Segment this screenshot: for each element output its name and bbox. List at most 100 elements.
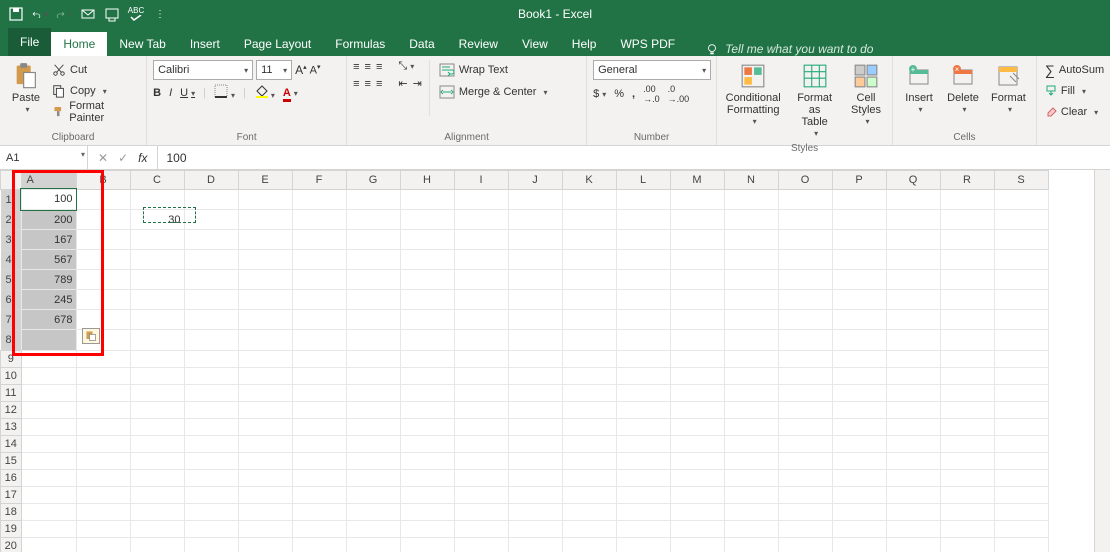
cell[interactable]	[130, 330, 184, 351]
cell[interactable]	[292, 310, 346, 330]
undo-icon[interactable]: ▾	[32, 6, 48, 22]
orientation-icon[interactable]: ⤡▾	[398, 60, 414, 73]
tell-me-search[interactable]: Tell me what you want to do	[687, 42, 873, 56]
cell[interactable]	[778, 537, 832, 552]
cell[interactable]	[724, 503, 778, 520]
cell[interactable]	[886, 469, 940, 486]
cell[interactable]	[400, 435, 454, 452]
format-cells-button[interactable]: Format▾	[987, 60, 1030, 117]
cell[interactable]	[562, 469, 616, 486]
cell[interactable]	[184, 520, 238, 537]
cell[interactable]	[346, 189, 400, 210]
tab-data[interactable]: Data	[397, 32, 446, 56]
cell[interactable]	[832, 503, 886, 520]
cell[interactable]	[454, 189, 508, 210]
cell[interactable]	[346, 384, 400, 401]
cell[interactable]	[508, 469, 562, 486]
cell[interactable]	[346, 486, 400, 503]
cell[interactable]	[130, 384, 184, 401]
cell[interactable]	[130, 401, 184, 418]
cell[interactable]	[508, 350, 562, 367]
cell[interactable]	[238, 270, 292, 290]
cell[interactable]	[76, 270, 130, 290]
column-header[interactable]: Q	[886, 171, 940, 190]
cell[interactable]	[562, 250, 616, 270]
cell[interactable]	[940, 350, 994, 367]
cell[interactable]	[454, 469, 508, 486]
column-header[interactable]: F	[292, 171, 346, 190]
cell[interactable]	[76, 230, 130, 250]
cell[interactable]	[454, 520, 508, 537]
cell[interactable]	[778, 452, 832, 469]
cell[interactable]	[238, 310, 292, 330]
cell[interactable]	[238, 290, 292, 310]
cell[interactable]	[454, 270, 508, 290]
cell[interactable]	[778, 418, 832, 435]
cell[interactable]	[454, 384, 508, 401]
enter-formula-icon[interactable]: ✓	[118, 151, 128, 165]
column-header[interactable]: J	[508, 171, 562, 190]
format-as-table-button[interactable]: Format as Table▾	[787, 60, 842, 141]
row-header[interactable]: 4	[1, 250, 21, 270]
column-header[interactable]: R	[940, 171, 994, 190]
cell[interactable]	[508, 270, 562, 290]
cell[interactable]	[508, 384, 562, 401]
cell[interactable]	[130, 270, 184, 290]
cell[interactable]	[616, 503, 670, 520]
cell[interactable]	[400, 384, 454, 401]
cell[interactable]	[670, 418, 724, 435]
cell[interactable]	[886, 330, 940, 351]
cell[interactable]	[670, 230, 724, 250]
cell[interactable]	[508, 503, 562, 520]
cell[interactable]	[400, 452, 454, 469]
row-header[interactable]: 11	[1, 384, 22, 401]
cell[interactable]	[508, 418, 562, 435]
cell[interactable]	[994, 310, 1048, 330]
cell[interactable]	[994, 350, 1048, 367]
cell[interactable]	[184, 418, 238, 435]
align-center-icon[interactable]: ≡	[365, 78, 371, 90]
conditional-formatting-button[interactable]: Conditional Formatting▾	[723, 60, 783, 129]
autosum-button[interactable]: ∑AutoSum	[1043, 60, 1106, 80]
cell[interactable]	[940, 401, 994, 418]
cell[interactable]	[184, 384, 238, 401]
cell[interactable]	[346, 230, 400, 250]
cell[interactable]	[886, 520, 940, 537]
cell[interactable]	[292, 210, 346, 230]
cell[interactable]	[778, 384, 832, 401]
cell[interactable]	[346, 435, 400, 452]
cell[interactable]	[130, 452, 184, 469]
row-header[interactable]: 7	[1, 310, 21, 330]
accounting-format-icon[interactable]: $▾	[593, 88, 606, 100]
cell[interactable]	[616, 418, 670, 435]
cell[interactable]	[670, 503, 724, 520]
row-header[interactable]: 9	[1, 350, 22, 367]
column-header[interactable]: M	[670, 171, 724, 190]
cell[interactable]	[238, 250, 292, 270]
cell[interactable]	[616, 330, 670, 351]
cell[interactable]	[724, 401, 778, 418]
cell[interactable]: 200	[21, 210, 76, 230]
cell[interactable]	[238, 367, 292, 384]
cell[interactable]	[778, 310, 832, 330]
cell[interactable]	[778, 503, 832, 520]
cell[interactable]	[562, 418, 616, 435]
cell[interactable]	[21, 452, 76, 469]
cell[interactable]	[346, 367, 400, 384]
align-top-icon[interactable]: ≡	[353, 61, 359, 73]
cell[interactable]	[994, 250, 1048, 270]
cell[interactable]	[562, 310, 616, 330]
cell[interactable]	[832, 520, 886, 537]
cell[interactable]	[184, 310, 238, 330]
cell[interactable]	[724, 330, 778, 351]
decrease-decimal-icon[interactable]: .0→.00	[668, 84, 690, 104]
cell[interactable]	[238, 503, 292, 520]
cell[interactable]	[616, 537, 670, 552]
cell[interactable]	[670, 384, 724, 401]
comma-format-icon[interactable]: ,	[632, 88, 635, 100]
cell[interactable]	[778, 469, 832, 486]
cell[interactable]	[778, 367, 832, 384]
cell[interactable]	[994, 401, 1048, 418]
cell[interactable]	[832, 469, 886, 486]
cell[interactable]	[346, 250, 400, 270]
